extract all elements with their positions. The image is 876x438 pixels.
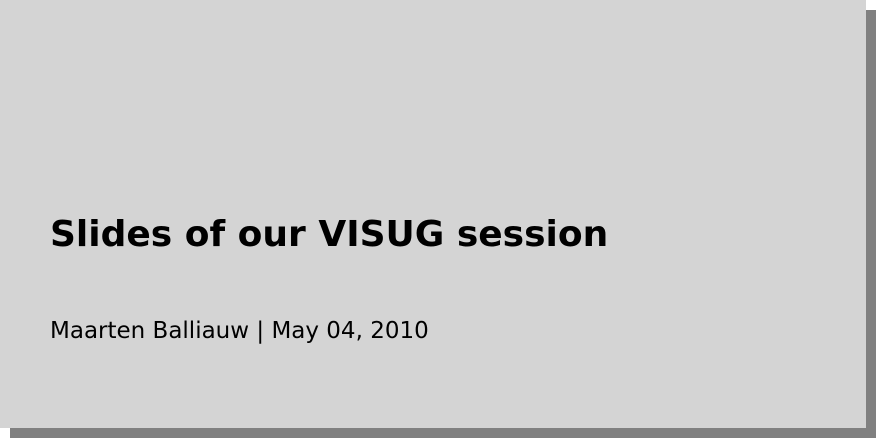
post-byline: Maarten Balliauw | May 04, 2010	[50, 318, 429, 344]
post-card[interactable]: Slides of our VISUG session Maarten Ball…	[0, 0, 866, 428]
post-card-stage: Slides of our VISUG session Maarten Ball…	[0, 0, 876, 438]
post-title[interactable]: Slides of our VISUG session	[50, 210, 608, 260]
